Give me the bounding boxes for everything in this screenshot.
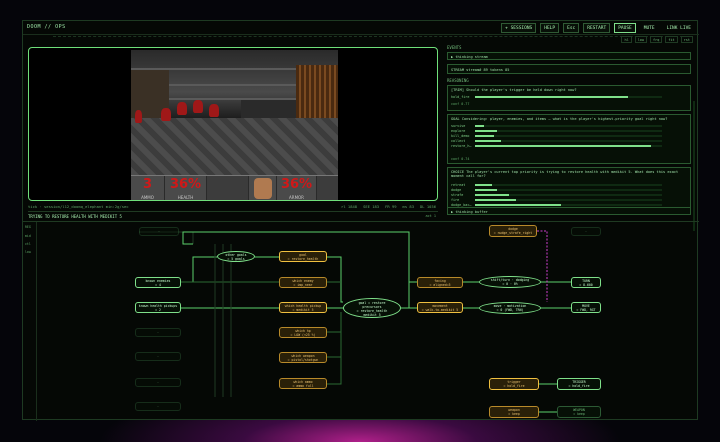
hud-keys	[317, 176, 338, 200]
stream-line: STREAM stream# 89 tokens 85	[447, 64, 691, 74]
status-line[interactable]: ▶ thinking stream	[447, 52, 691, 60]
video-status-right: rl 1848 SEE 183 FR 99 ms 83 DL 1036	[341, 204, 436, 209]
sessions-button[interactable]: + SESSIONS	[501, 23, 537, 33]
graph-node-turn-output[interactable]: TURN = 8.600	[571, 277, 601, 288]
reasoning-card-goal[interactable]: GOAL Considering: player, enemies, and i…	[447, 114, 691, 164]
graph-node-weapon[interactable]: weapon = keep	[489, 406, 539, 418]
app-window: DOOM // OPS + SESSIONS HELP Esc RESTART …	[22, 20, 699, 421]
mini-toolbar: hl low frq fit rst	[621, 36, 693, 43]
graph-node-which-ammo[interactable]: which ammo = ammo full	[279, 378, 327, 389]
hud-ammo: 3 AMMO	[131, 176, 165, 200]
app-title: DOOM // OPS	[27, 24, 66, 30]
graph-node-shift-dodge[interactable]: shift/turn · dodging = 0 · 0%	[479, 276, 541, 288]
graph-node-dodge[interactable]: dodge = nudge_strafe_right	[489, 225, 537, 237]
graph-node-which-pickup[interactable]: which health pickup = medikit 5	[279, 302, 327, 313]
pause-button[interactable]: PAUSE	[614, 23, 636, 33]
graph-node-move-output[interactable]: MOVE = FWD, RGT	[571, 302, 601, 313]
imp-monster	[193, 100, 203, 113]
imp-monster	[209, 104, 219, 117]
game-frame: 3 AMMO 36% HEALTH 36% ARMOR	[131, 50, 338, 200]
graph-node-movement[interactable]: movement = walk-to-medikit 5	[417, 302, 463, 313]
graph-node-goal-restore[interactable]: goal = restore_health	[279, 251, 327, 262]
mini-button-fit[interactable]: fit	[665, 36, 678, 43]
game-video-panel[interactable]: 3 AMMO 36% HEALTH 36% ARMOR	[28, 47, 438, 201]
video-status-left: tick · session/l12_doomq_elephant min:2g…	[28, 204, 129, 209]
imp-monster	[177, 102, 187, 115]
imp-monster	[135, 110, 142, 123]
mini-button-frq[interactable]: frq	[650, 36, 663, 43]
events-sidebar: EVENTS ▶ thinking stream STREAM stream# …	[445, 43, 695, 231]
graph-node-trigger[interactable]: trigger = hold_fire	[489, 378, 539, 390]
graph-node-other-goals[interactable]: other goals = 5 goals	[217, 251, 255, 262]
hud-arms	[207, 176, 249, 200]
graph-node-trigger-output[interactable]: TRIGGER = hold_fire	[557, 378, 601, 390]
activity-bar: TRYING TO RESTORE HEALTH WITH MEDIKIT 5 …	[28, 211, 438, 219]
sidebar-scrollbar[interactable]	[693, 101, 695, 231]
help-button[interactable]: HELP	[540, 23, 560, 33]
graph-node-ghost[interactable]: —	[135, 352, 181, 361]
activity-counter: act 1	[425, 214, 436, 218]
graph-node-known-health[interactable]: known health pickups = 2	[135, 302, 181, 313]
graph-node-ghost[interactable]: —	[571, 227, 601, 236]
graph-node-ghost[interactable]: —	[135, 378, 181, 387]
graph-edges	[139, 230, 571, 413]
mute-button[interactable]: MUTE	[640, 23, 659, 33]
graph-node-ghost[interactable]: —	[135, 328, 181, 337]
bar-row: hold_fire	[451, 94, 686, 99]
link-live-status: LINK LIVE	[666, 25, 691, 31]
mini-button-low[interactable]: low	[634, 36, 648, 43]
reasoning-card-choice[interactable]: CHOICE The player's current top priority…	[447, 167, 691, 211]
graph-node-ghost[interactable]: —	[135, 402, 181, 411]
reasoning-card-trigger[interactable]: [TRIM] Should the player's trigger be he…	[447, 85, 691, 111]
timeline-strip	[53, 36, 693, 42]
current-activity: TRYING TO RESTORE HEALTH WITH MEDIKIT 5	[28, 214, 122, 219]
graph-node-goal-hub[interactable]: goal = restore precursors = restore_heal…	[343, 298, 401, 318]
toolbar: + SESSIONS HELP Esc RESTART PAUSE MUTE L…	[501, 23, 695, 33]
bar-row: restore_h…	[451, 143, 686, 148]
thinking-buffer[interactable]: ▶ thinking buffer	[447, 207, 691, 215]
graph-node-which-enemy[interactable]: which enemy = imp_near	[279, 277, 327, 288]
graph-node-enemy-present[interactable]: known enemies = 4	[135, 277, 181, 288]
escape-button[interactable]: Esc	[563, 23, 580, 33]
mini-button-rst[interactable]: rst	[680, 36, 693, 43]
game-hud: 3 AMMO 36% HEALTH 36% ARMOR	[131, 175, 338, 200]
graph-node-facing[interactable]: facing = aligned=5	[417, 277, 463, 288]
graph-node-which-weapon[interactable]: which weapon = pistol/shotgun	[279, 352, 327, 363]
graph-node-which-hp[interactable]: which hp = LOW (<25 %)	[279, 327, 327, 338]
events-title: EVENTS	[447, 45, 462, 50]
restart-button[interactable]: RESTART	[583, 23, 611, 33]
graph-node-weapon-output[interactable]: WEAPON = keep	[557, 406, 601, 418]
mini-button-hl[interactable]: hl	[621, 36, 632, 43]
decision-graph: REG mid ctl low — known enemies = 4 know…	[23, 221, 699, 421]
graph-node-move-motivation[interactable]: move · motivation = 0 (FWD, TRN)	[479, 302, 541, 314]
graph-node-ghost[interactable]: —	[139, 227, 179, 236]
hud-face	[249, 176, 277, 200]
imp-monster	[161, 108, 171, 121]
top-bar: DOOM // OPS + SESSIONS HELP Esc RESTART …	[23, 21, 699, 35]
hud-health: 36% HEALTH	[165, 176, 207, 200]
reasoning-title: REASONING	[447, 78, 469, 83]
hud-armor: 36% ARMOR	[277, 176, 317, 200]
marine-face-icon	[254, 178, 272, 199]
video-status-bar: tick · session/l12_doomq_elephant min:2g…	[28, 203, 438, 211]
game-floor	[131, 118, 338, 175]
